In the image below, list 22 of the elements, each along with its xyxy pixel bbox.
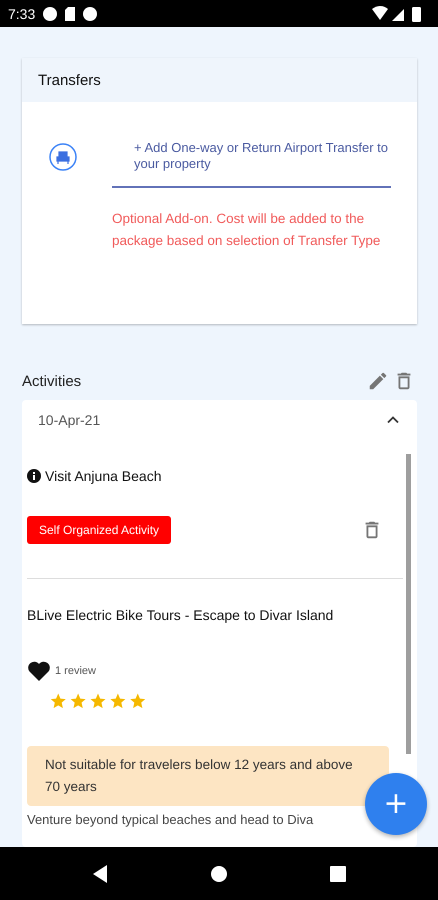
day-header[interactable]: 10-Apr-21	[22, 400, 417, 440]
card-title: Transfers	[38, 72, 101, 88]
activity-description: Venture beyond typical beaches and head to Diva	[27, 812, 314, 827]
day-date: 10-Apr-21	[38, 412, 100, 428]
add-transfer-field[interactable]: + Add One-way or Return Airport Transfer to your property	[112, 140, 391, 188]
info-icon	[27, 469, 41, 483]
edit-icon[interactable]	[367, 370, 389, 392]
activity-tag: Self Organized Activity	[27, 516, 172, 544]
activity-title: Visit Anjuna Beach	[45, 468, 162, 484]
back-icon[interactable]	[90, 864, 109, 884]
notification-icon	[43, 6, 58, 20]
sd-card-icon	[65, 6, 76, 20]
status-time: 7:33	[8, 6, 36, 22]
car-seat-icon	[48, 142, 78, 172]
review-count: 1 review	[55, 665, 96, 677]
notification-icon	[83, 6, 98, 20]
section-title: Activities	[22, 372, 82, 390]
recents-icon[interactable]	[329, 864, 348, 882]
heart-icon[interactable]	[27, 660, 51, 682]
home-icon[interactable]	[210, 864, 228, 882]
add-on-note: Optional Add-on. Cost will be added to the package based on selection of Transfer Type	[112, 210, 382, 250]
activity-title: BLive Electric Bike Tours - Escape to Divar Island	[27, 607, 334, 623]
